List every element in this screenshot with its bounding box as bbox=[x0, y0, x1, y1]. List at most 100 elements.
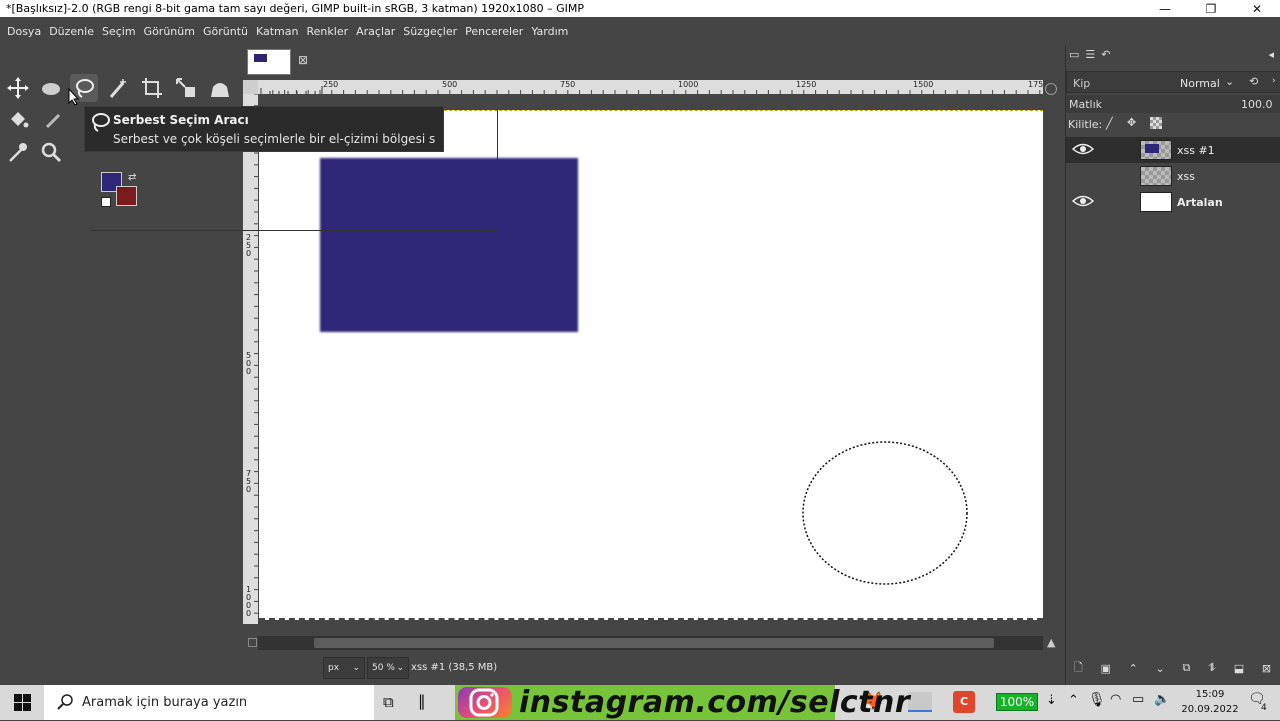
quick-mask-toggle[interactable] bbox=[248, 638, 257, 647]
ruler-corner[interactable] bbox=[243, 80, 258, 94]
lock-position-icon[interactable]: ✥ bbox=[1127, 116, 1136, 129]
layer-name: xss #1 bbox=[1177, 143, 1215, 157]
zoom-tool-icon[interactable] bbox=[37, 138, 65, 166]
taskbar-clock[interactable]: 15:09 20.09.2022 bbox=[1180, 687, 1240, 717]
layer-thumbnail bbox=[1140, 140, 1172, 160]
free-select-icon bbox=[89, 111, 111, 136]
paintbrush-icon[interactable] bbox=[40, 106, 68, 134]
bucket-fill-icon[interactable] bbox=[4, 106, 32, 134]
clock-date: 20.09.2022 bbox=[1181, 704, 1239, 715]
warp-transform-icon[interactable] bbox=[206, 74, 234, 102]
lock-row: Kilitle: ╱ ✥ bbox=[1066, 115, 1280, 135]
zoom-select[interactable]: 50 % ⌄ bbox=[367, 656, 409, 679]
ruler-label: 250 bbox=[246, 233, 252, 258]
mode-scroll-icon[interactable]: › bbox=[1272, 76, 1276, 86]
menu-yardim[interactable]: Yardım bbox=[527, 25, 572, 38]
notification-count: 4 bbox=[1261, 703, 1267, 713]
eye-icon[interactable] bbox=[1071, 194, 1095, 211]
lock-alpha-icon[interactable] bbox=[1150, 117, 1162, 129]
taskbar-search[interactable]: Aramak için buraya yazın bbox=[44, 685, 374, 720]
transform-tool-icon[interactable] bbox=[172, 74, 200, 102]
add-mask-icon[interactable]: ⬓ bbox=[1234, 662, 1244, 675]
menu-suzgecler[interactable]: Süzgeçler bbox=[399, 25, 461, 38]
microphone-icon[interactable]: 🎙 bbox=[1088, 692, 1106, 708]
clock-time: 15:09 bbox=[1195, 689, 1225, 700]
dock-menu-icon[interactable]: ◂ bbox=[1268, 48, 1274, 61]
menu-secim[interactable]: Seçim bbox=[98, 25, 140, 38]
camtasia-icon[interactable]: C bbox=[953, 691, 975, 713]
chevron-down-icon: ⌄ bbox=[1225, 75, 1235, 88]
delete-layer-icon[interactable]: ⊠ bbox=[1262, 662, 1271, 675]
mode-row: Kip Normal ⌄ ⟲ › bbox=[1066, 71, 1280, 93]
menu-duzenle[interactable]: Düzenle bbox=[45, 25, 98, 38]
minimize-button[interactable]: — bbox=[1142, 2, 1188, 16]
show-hidden-icons[interactable]: ⌃ bbox=[1068, 693, 1079, 708]
ruler-label: 750 bbox=[560, 80, 576, 89]
unit-select[interactable]: px ⌄ bbox=[323, 656, 365, 679]
color-picker-icon[interactable] bbox=[4, 138, 32, 166]
layer-row-xss1[interactable]: xss #1 bbox=[1066, 137, 1280, 163]
raise-layer-icon[interactable]: ⌃ bbox=[1129, 662, 1138, 675]
menu-katman[interactable]: Katman bbox=[252, 25, 303, 38]
mode-reset-icon[interactable]: ⟲ bbox=[1249, 75, 1258, 88]
tab-close-icon[interactable]: ⊠ bbox=[298, 53, 308, 67]
crop-tool-icon[interactable] bbox=[138, 74, 166, 102]
horizontal-ruler[interactable]: 250 500 750 1000 1250 1500 1750 bbox=[258, 80, 1043, 94]
menu-pencereler[interactable]: Pencereler bbox=[461, 25, 527, 38]
menu-dosya[interactable]: Dosya bbox=[3, 25, 45, 38]
layers-dock: ▭ ☰ ↶ ◂ Kip Normal ⌄ ⟲ › Matlık 100.0 Ki… bbox=[1065, 45, 1280, 685]
layer-row-xss[interactable]: xss bbox=[1066, 163, 1280, 189]
instagram-logo-icon bbox=[458, 687, 512, 718]
taskbar-app-icon[interactable]: ‖ bbox=[418, 692, 426, 710]
layer-thumbnail bbox=[1140, 192, 1172, 212]
scrollbar-thumb[interactable] bbox=[314, 638, 994, 648]
instagram-banner-overlay: instagram.com/selctnr bbox=[455, 685, 910, 720]
image-tab-thumbnail[interactable] bbox=[247, 49, 291, 75]
pin-icon[interactable]: ⇣ bbox=[1046, 693, 1057, 708]
zoom-fit-icon[interactable] bbox=[1045, 83, 1057, 95]
statusbar: px ⌄ 50 % ⌄ xss #1 (38,5 MB) bbox=[243, 655, 1065, 680]
menu-araclar[interactable]: Araçlar bbox=[352, 25, 399, 38]
lock-pixels-icon[interactable]: ╱ bbox=[1106, 117, 1113, 130]
fuzzy-select-icon[interactable] bbox=[104, 74, 132, 102]
volume-icon[interactable]: 🔈 bbox=[1154, 692, 1170, 707]
layer-name: Artalan bbox=[1177, 195, 1223, 209]
menu-goruntu[interactable]: Görüntü bbox=[199, 25, 252, 38]
lock-label: Kilitle: bbox=[1068, 118, 1103, 131]
undo-history-tab-icon[interactable]: ↶ bbox=[1101, 48, 1110, 61]
eye-icon[interactable] bbox=[1071, 142, 1095, 159]
mode-select[interactable]: Normal bbox=[1180, 77, 1220, 90]
tooltip-title: Serbest Seçim Aracı bbox=[113, 113, 249, 127]
windows-start-icon[interactable] bbox=[14, 694, 31, 714]
battery-icon[interactable]: ▭ bbox=[1132, 692, 1144, 707]
navigate-icon[interactable]: ▲ bbox=[1047, 636, 1059, 650]
battery-percent-badge: 100% bbox=[996, 693, 1038, 711]
layer-row-artalan[interactable]: Artalan bbox=[1066, 189, 1280, 215]
anchor-layer-icon[interactable]: ⥮ bbox=[1208, 661, 1216, 675]
menubar: Dosya Düzenle Seçim Görünüm Görüntü Katm… bbox=[0, 17, 1280, 45]
zoom-value: 50 % bbox=[372, 662, 395, 673]
horizontal-scrollbar[interactable] bbox=[258, 636, 1043, 650]
new-layer-icon[interactable]: 🗋 bbox=[1074, 659, 1083, 678]
gimp-active-window-icon[interactable] bbox=[908, 692, 932, 712]
opacity-row[interactable]: Matlık 100.0 bbox=[1066, 95, 1280, 113]
duplicate-layer-icon[interactable]: ⧉ bbox=[1182, 661, 1190, 675]
menu-gorunum[interactable]: Görünüm bbox=[140, 25, 199, 38]
menu-renkler[interactable]: Renkler bbox=[303, 25, 353, 38]
opacity-label: Matlık bbox=[1069, 98, 1103, 111]
ellipse-select-icon[interactable] bbox=[37, 74, 65, 102]
move-tool-icon[interactable] bbox=[4, 74, 32, 102]
task-view-icon[interactable]: ⧉ bbox=[383, 693, 394, 711]
opacity-value[interactable]: 100.0 bbox=[1241, 98, 1273, 111]
layers-tab-icon[interactable]: ▭ bbox=[1069, 48, 1079, 61]
ruler-label: 500 bbox=[246, 351, 252, 376]
maximize-button[interactable]: ❐ bbox=[1188, 2, 1234, 16]
search-icon bbox=[56, 693, 74, 715]
lower-layer-icon[interactable]: ⌄ bbox=[1156, 662, 1165, 675]
new-layer-group-icon[interactable]: ▣ bbox=[1100, 662, 1110, 675]
ellipse-selection-marquee bbox=[802, 441, 968, 585]
close-button[interactable]: ✕ bbox=[1234, 2, 1280, 16]
channels-tab-icon[interactable]: ☰ bbox=[1085, 48, 1095, 61]
unit-value: px bbox=[328, 662, 340, 673]
wifi-icon[interactable]: ◠ bbox=[1110, 692, 1121, 707]
